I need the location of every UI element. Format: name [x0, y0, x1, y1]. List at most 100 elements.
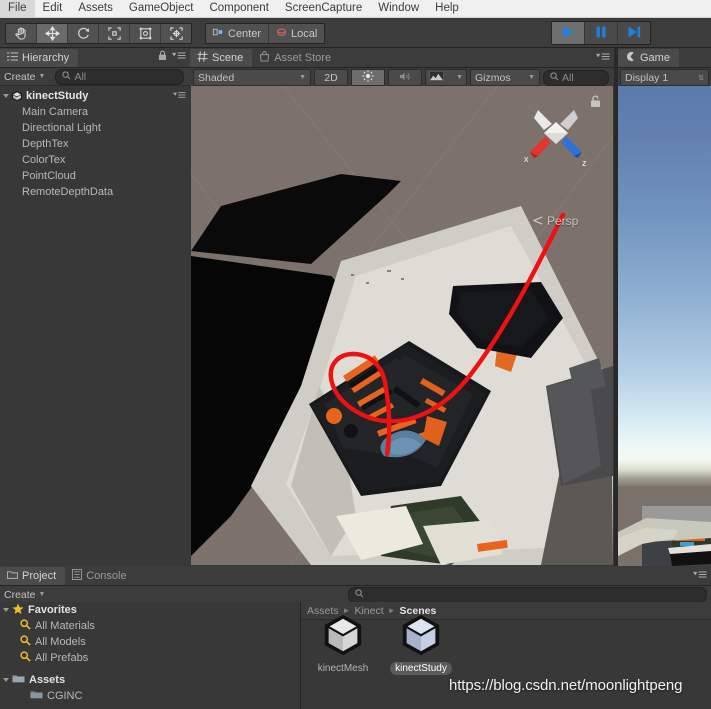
project-tree-cginc[interactable]: CGINC [0, 688, 300, 704]
pivot-center-icon [213, 27, 224, 41]
transform-tools-group [5, 23, 192, 44]
hierarchy-scene-row[interactable]: kinectStudy [0, 88, 190, 104]
search-icon [62, 70, 71, 83]
hierarchy-search-input[interactable]: All [55, 68, 184, 85]
scene-grid-icon [197, 51, 208, 65]
playback-controls-group [551, 21, 651, 45]
chevron-left-icon [532, 214, 544, 228]
project-tree-all-models[interactable]: All Models [0, 634, 300, 650]
tab-scene[interactable]: Scene [190, 49, 253, 67]
rotate-tool-button[interactable] [68, 24, 99, 43]
scene-draw-mode-dropdown[interactable]: Shaded ▼ [193, 69, 311, 86]
tab-asset-store[interactable]: Asset Store [252, 49, 341, 67]
tab-hierarchy[interactable]: Hierarchy [0, 49, 79, 67]
expand-triangle-icon[interactable] [3, 678, 9, 682]
project-tree-label: CGINC [47, 690, 83, 702]
scale-icon [107, 26, 122, 41]
game-display-dropdown[interactable]: Display 1 ⇅ [620, 69, 709, 86]
transform-icon [169, 26, 184, 41]
asset-store-icon [259, 51, 270, 65]
rect-tool-button[interactable] [130, 24, 161, 43]
scene-2d-label: 2D [324, 71, 338, 84]
rotation-local-icon [276, 27, 287, 41]
scale-tool-button[interactable] [99, 24, 130, 43]
tab-game[interactable]: Game [618, 49, 679, 67]
tab-hierarchy-label: Hierarchy [22, 52, 70, 64]
hierarchy-item-pointcloud[interactable]: PointCloud [0, 168, 190, 184]
project-menu-icon[interactable] [693, 570, 707, 582]
scene-gizmos-dropdown[interactable]: Gizmos ▼ [470, 69, 540, 86]
menu-item-window[interactable]: Window [370, 0, 427, 17]
effects-icon [429, 71, 444, 84]
search-icon [20, 619, 31, 633]
scene-2d-toggle[interactable]: 2D [314, 69, 348, 86]
menu-item-edit[interactable]: Edit [35, 0, 71, 17]
project-tree-favorites[interactable]: Favorites [0, 602, 300, 618]
game-icon [625, 51, 636, 65]
scene-lighting-toggle[interactable] [351, 69, 385, 86]
chevron-down-icon: ▼ [38, 73, 46, 80]
hierarchy-menu-icon[interactable] [172, 51, 186, 63]
game-tab-row: Game [618, 48, 711, 68]
scene-orientation-gizmo[interactable]: x z [516, 100, 596, 178]
gizmo-axis-z-label: z [582, 158, 587, 168]
menu-item-screencapture[interactable]: ScreenCapture [277, 0, 370, 17]
game-viewport[interactable] [618, 86, 711, 566]
hierarchy-item-directional-light[interactable]: Directional Light [0, 120, 190, 136]
move-tool-button[interactable] [37, 24, 68, 43]
scene-search-input[interactable]: All [543, 69, 609, 86]
project-search-input[interactable] [348, 586, 707, 603]
project-tree-assets[interactable]: Assets [0, 672, 300, 688]
pause-button[interactable] [585, 22, 618, 44]
project-create-button[interactable]: Create ▼ [4, 589, 45, 601]
tab-project[interactable]: Project [0, 567, 66, 585]
menu-item-file[interactable]: File [0, 0, 35, 17]
menu-item-gameobject[interactable]: GameObject [121, 0, 202, 17]
hierarchy-create-button[interactable]: Create ▼ [4, 71, 45, 83]
transform-tool-button[interactable] [161, 24, 191, 43]
rotation-mode-button[interactable]: Local [269, 24, 325, 43]
hierarchy-item-main-camera[interactable]: Main Camera [0, 104, 190, 120]
asset-item-kinectstudy[interactable]: kinectStudy [389, 610, 453, 675]
hierarchy-item-remotedepthdata[interactable]: RemoteDepthData [0, 184, 190, 200]
project-tree-all-materials[interactable]: All Materials [0, 618, 300, 634]
step-button[interactable] [618, 22, 650, 44]
tab-project-label: Project [22, 570, 57, 582]
project-folder-icon [7, 570, 18, 583]
menu-item-assets[interactable]: Assets [70, 0, 121, 17]
scene-audio-toggle[interactable] [388, 69, 422, 86]
hierarchy-item-colortex[interactable]: ColorTex [0, 152, 190, 168]
asset-item-kinectmesh[interactable]: kinectMesh [311, 610, 375, 675]
scene-toolbar: Shaded ▼ 2D ▼ Gizmos ▼ All [190, 68, 614, 88]
pivot-mode-button[interactable]: Center [206, 24, 270, 43]
scene-projection-label[interactable]: Persp [532, 214, 578, 228]
scene-menu-icon[interactable] [596, 52, 610, 64]
tab-console[interactable]: Console [65, 567, 136, 585]
lock-icon[interactable] [158, 50, 167, 64]
hierarchy-item-label: Directional Light [22, 122, 101, 134]
menu-item-help[interactable]: Help [427, 0, 467, 17]
menu-item-component[interactable]: Component [201, 0, 276, 17]
search-icon [20, 635, 31, 649]
play-icon [560, 25, 576, 42]
chevron-down-icon: ▼ [38, 591, 46, 598]
search-icon [20, 651, 31, 665]
project-create-label: Create [4, 588, 36, 601]
scene-fx-dropdown[interactable]: ▼ [425, 69, 467, 86]
project-tree-all-prefabs[interactable]: All Prefabs [0, 650, 300, 666]
hand-tool-button[interactable] [6, 24, 37, 43]
scene-context-menu-icon[interactable] [173, 90, 186, 102]
hierarchy-tree: kinectStudy Main Camera Directional Ligh… [0, 86, 190, 200]
play-button[interactable] [552, 22, 585, 44]
project-tree-label: Favorites [28, 604, 77, 616]
scene-viewport[interactable]: x z Persp [191, 86, 613, 565]
folder-icon [12, 673, 25, 687]
game-panel: Game Display 1 ⇅ [618, 48, 711, 566]
tab-game-label: Game [640, 52, 670, 64]
console-icon [72, 569, 83, 583]
expand-triangle-icon[interactable] [3, 608, 9, 612]
hierarchy-item-depthtex[interactable]: DepthTex [0, 136, 190, 152]
scene-tab-row: Scene Asset Store [190, 48, 614, 68]
sun-icon [362, 70, 374, 85]
expand-triangle-icon[interactable] [3, 94, 9, 98]
